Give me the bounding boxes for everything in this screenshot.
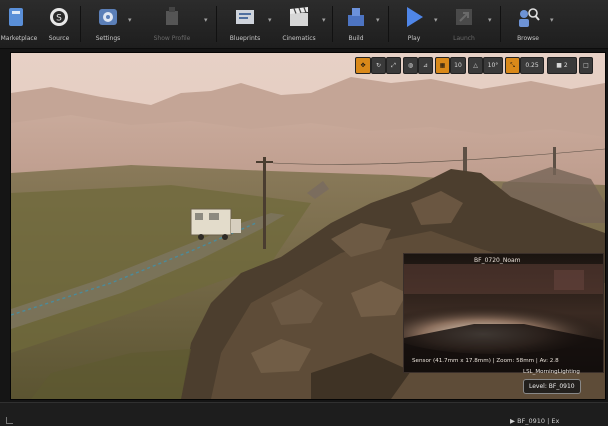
scale-snap-toggle[interactable]: ⤡ <box>505 57 520 74</box>
toolbar-separator <box>388 6 389 42</box>
lighting-scenario-label: LSL_MorningLighting <box>523 369 580 375</box>
settings-icon <box>99 9 117 25</box>
launch-button[interactable]: Launch <box>444 2 484 46</box>
scale-mode-button[interactable]: ⤢ <box>386 57 401 74</box>
cinematics-icon <box>290 7 308 26</box>
camera-icon: ■ <box>556 62 562 69</box>
camera-preview-info: Sensor (41.7mm x 17.8mm) | Zoom: 58mm | … <box>412 358 559 364</box>
current-level-badge: Level: BF_0910 <box>523 379 581 394</box>
play-dropdown-chevron-icon[interactable]: ▾ <box>434 14 440 26</box>
show-profile-label: Show Profile <box>153 35 191 42</box>
camera-preview-title: BF_0720_Noam <box>474 257 521 264</box>
viewport-options-button[interactable]: □ <box>579 57 593 74</box>
profile-dropdown-chevron-icon[interactable]: ▾ <box>204 14 210 26</box>
rotation-snap-value[interactable]: 10° <box>483 57 503 74</box>
rotation-snap-toggle[interactable]: △ <box>468 57 483 74</box>
marketplace-icon <box>9 8 23 26</box>
angle-icon: △ <box>473 62 478 69</box>
cinematics-label: Cinematics <box>282 35 316 42</box>
svg-text:S: S <box>56 14 62 24</box>
marketplace-button[interactable]: Marketplace <box>0 2 38 46</box>
source-control-button[interactable]: S Source <box>44 2 74 46</box>
level-viewport[interactable]: ✥ ↻ ⤢ ◍ ⊿ ▦ 10 △ 10° ⤡ 0.25 ■ 2 □ BF_072… <box>10 52 606 400</box>
build-icon <box>348 8 364 26</box>
play-label: Play <box>407 35 421 42</box>
camera-preview-image <box>404 254 603 372</box>
cinematics-dropdown-chevron-icon[interactable]: ▾ <box>322 14 328 26</box>
grid-snap-value[interactable]: 10 <box>450 57 466 74</box>
launch-dropdown-chevron-icon[interactable]: ▾ <box>488 14 494 26</box>
browse-label: Browse <box>517 35 539 42</box>
world-space-button[interactable]: ◍ <box>403 57 418 74</box>
toolbar-separator <box>332 6 333 42</box>
build-label: Build <box>348 35 364 42</box>
select-mode-button[interactable]: ✥ <box>355 57 371 74</box>
launch-label: Launch <box>453 35 475 42</box>
scale-icon: ⤢ <box>391 62 396 69</box>
source-control-icon: S <box>50 8 68 26</box>
scale-snap-icon: ⤡ <box>510 62 515 69</box>
settings-dropdown-chevron-icon[interactable]: ▾ <box>128 14 134 26</box>
level-icon: ▶ <box>510 417 515 425</box>
camera-preview: BF_0720_Noam Sensor (41.7mm x 17.8mm) | … <box>403 253 604 373</box>
scale-snap-value[interactable]: 0.25 <box>520 57 544 74</box>
browse-button[interactable]: Browse <box>508 2 548 46</box>
grid-snap-toggle[interactable]: ▦ <box>435 57 450 74</box>
show-profile-button[interactable]: Show Profile <box>146 2 198 46</box>
rotate-mode-button[interactable]: ↻ <box>371 57 386 74</box>
maximize-icon: □ <box>583 62 589 69</box>
toolbar-separator <box>80 6 81 42</box>
corner-resize-icon[interactable] <box>6 417 13 424</box>
globe-icon: ◍ <box>407 62 414 69</box>
browse-dropdown-chevron-icon[interactable]: ▾ <box>550 14 556 26</box>
level-status-text: BF_0910 | Ex <box>517 417 560 425</box>
toolbar-separator <box>216 6 217 42</box>
camera-speed-button[interactable]: ■ 2 <box>547 57 577 74</box>
launch-icon <box>456 9 472 25</box>
source-control-label: Source <box>48 35 70 42</box>
browse-icon <box>519 8 540 27</box>
blueprints-label: Blueprints <box>229 35 261 42</box>
level-status[interactable]: ▶ BF_0910 | Ex <box>510 417 559 425</box>
camera-speed-value: 2 <box>563 62 568 69</box>
blueprints-button[interactable]: Blueprints <box>222 2 268 46</box>
profile-icon <box>166 7 178 25</box>
surface-snap-icon: ⊿ <box>422 62 429 69</box>
toolbar-separator <box>500 6 501 42</box>
grid-icon: ▦ <box>439 62 446 69</box>
play-button[interactable]: Play <box>394 2 434 46</box>
rotate-icon: ↻ <box>375 62 382 69</box>
bottom-status-bar: ▶ BF_0910 | Ex <box>0 402 608 426</box>
blueprints-dropdown-chevron-icon[interactable]: ▾ <box>268 14 274 26</box>
play-icon <box>407 7 423 27</box>
blueprints-icon <box>236 10 254 24</box>
select-icon: ✥ <box>360 62 366 69</box>
settings-label: Settings <box>95 35 121 42</box>
surface-snap-button[interactable]: ⊿ <box>418 57 433 74</box>
marketplace-label: Marketplace <box>0 35 38 42</box>
main-toolbar: Marketplace S Source Settings ▾ Show Pro… <box>0 0 608 49</box>
build-button[interactable]: Build <box>338 2 374 46</box>
settings-button[interactable]: Settings <box>90 2 126 46</box>
cinematics-button[interactable]: Cinematics <box>276 2 322 46</box>
build-dropdown-chevron-icon[interactable]: ▾ <box>376 14 382 26</box>
